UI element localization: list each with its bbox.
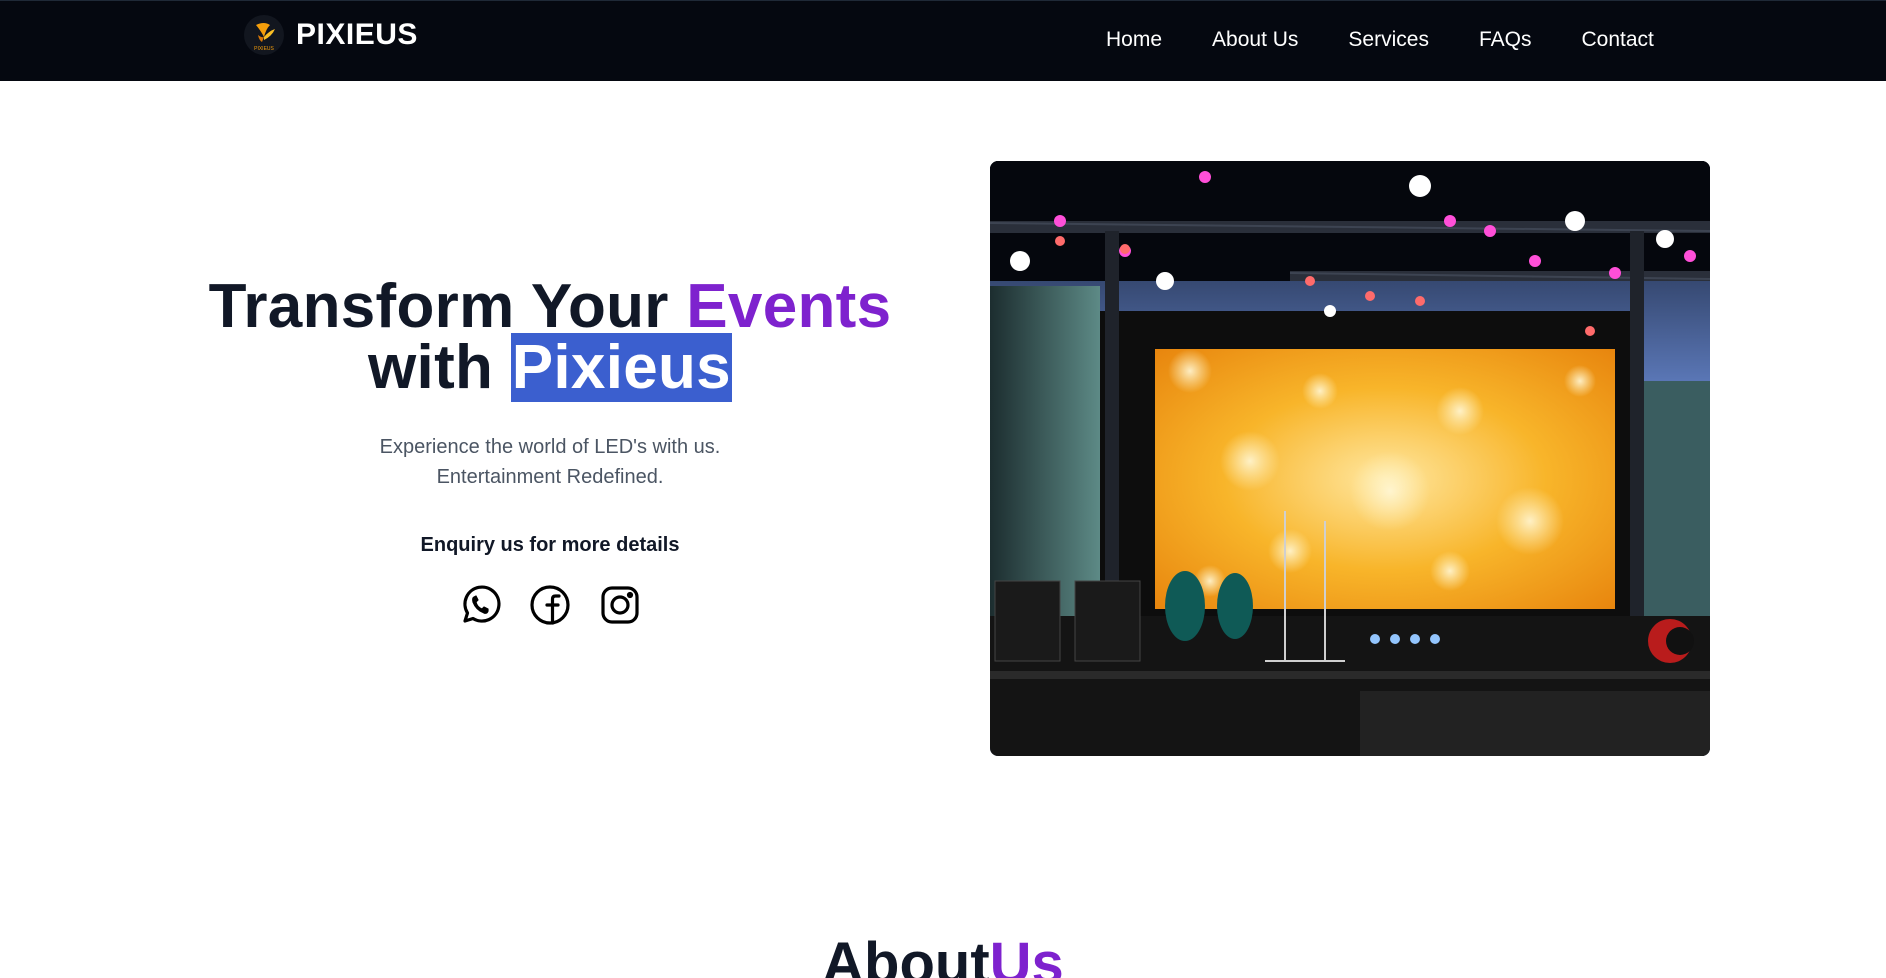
about-section-title: AboutUs — [0, 930, 1886, 978]
nav-home[interactable]: Home — [1106, 28, 1162, 52]
subtitle-line1: Experience the world of LED's with us. — [379, 436, 721, 458]
about-title-main: About — [822, 931, 990, 978]
whatsapp-icon[interactable] — [458, 583, 502, 627]
main-nav: Home About Us Services FAQs Contact — [1106, 28, 1654, 52]
headline-part2: with — [368, 333, 511, 402]
about-title-accent: Us — [989, 931, 1064, 978]
logo-icon: PIXIEUS — [244, 15, 284, 55]
brand[interactable]: PIXIEUS PIXIEUS — [244, 15, 418, 55]
instagram-icon[interactable] — [598, 583, 642, 627]
hero-text: Transform Your Events with Pixieus Exper… — [150, 276, 950, 627]
subtitle-line2: Entertainment Redefined. — [436, 466, 664, 488]
hero-headline: Transform Your Events with Pixieus — [150, 276, 950, 402]
nav-contact[interactable]: Contact — [1581, 28, 1653, 52]
navbar: PIXIEUS PIXIEUS Home About Us Services F… — [0, 0, 1886, 81]
hero-subtitle: Experience the world of LED's with us. E… — [150, 432, 950, 492]
enquiry-text: Enquiry us for more details — [420, 534, 680, 556]
headline-accent: Events — [686, 272, 892, 341]
svg-text:PIXIEUS: PIXIEUS — [254, 46, 274, 52]
nav-faqs[interactable]: FAQs — [1479, 28, 1532, 52]
hero-stage-image — [990, 161, 1710, 756]
nav-services[interactable]: Services — [1348, 28, 1429, 52]
brand-name: PIXIEUS — [296, 18, 418, 51]
headline-highlight: Pixieus — [510, 333, 732, 402]
facebook-icon[interactable] — [528, 583, 572, 627]
nav-about-us[interactable]: About Us — [1212, 28, 1298, 52]
social-links — [150, 583, 950, 627]
headline-part1: Transform Your — [208, 272, 687, 341]
